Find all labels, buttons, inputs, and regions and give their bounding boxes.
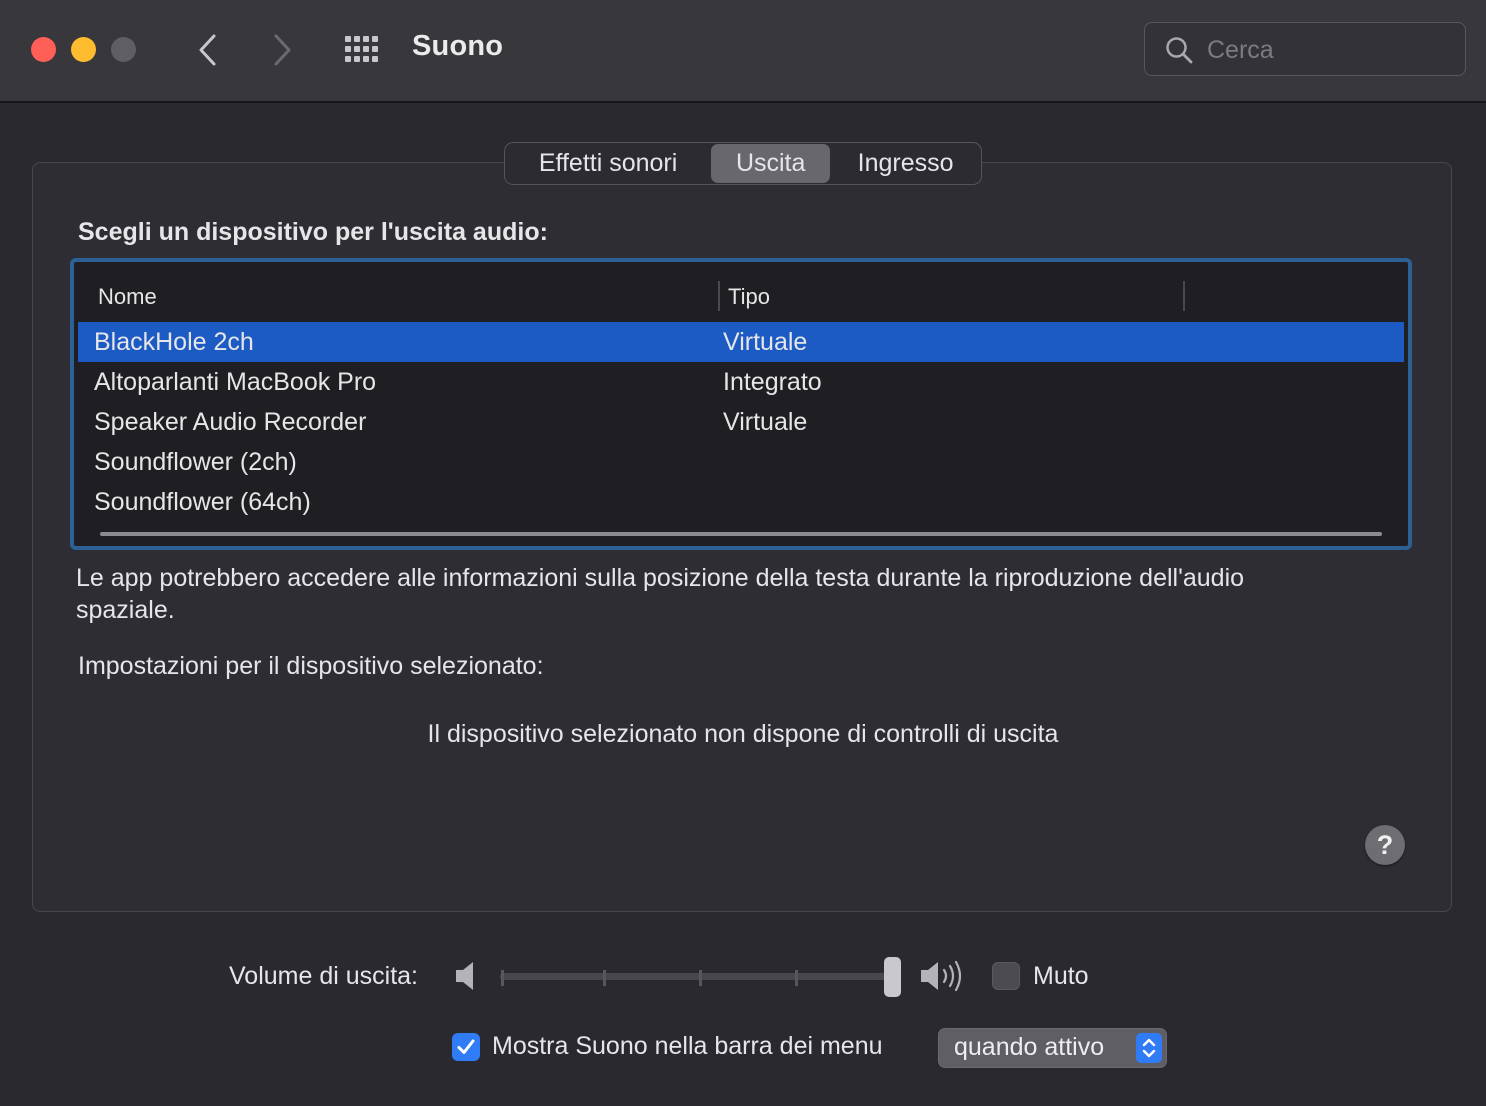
device-list: BlackHole 2ch Virtuale Altoparlanti MacB…: [78, 322, 1404, 522]
volume-slider-thumb[interactable]: [884, 957, 901, 997]
column-header-tipo[interactable]: Tipo: [728, 284, 770, 310]
mute-label[interactable]: Muto: [1033, 962, 1089, 991]
output-device-heading: Scegli un dispositivo per l'uscita audio…: [78, 218, 548, 246]
search-field[interactable]: [1144, 22, 1466, 76]
speaker-high-icon: [921, 960, 962, 992]
search-input[interactable]: [1205, 31, 1449, 69]
device-table[interactable]: Nome Tipo BlackHole 2ch Virtuale Altopar…: [70, 258, 1412, 550]
device-name: Soundflower (2ch): [94, 448, 297, 476]
column-header-nome[interactable]: Nome: [98, 284, 157, 310]
menubar-mode-popup[interactable]: quando attivo: [938, 1028, 1167, 1068]
slider-tick: [699, 970, 702, 986]
show-all-grid-button[interactable]: [343, 33, 383, 67]
device-type: Virtuale: [723, 408, 808, 436]
table-row[interactable]: Speaker Audio Recorder Virtuale: [78, 402, 1404, 442]
table-row[interactable]: Soundflower (2ch): [78, 442, 1404, 482]
mute-checkbox[interactable]: [992, 962, 1020, 990]
slider-tick: [603, 970, 606, 986]
device-name: Speaker Audio Recorder: [94, 408, 367, 436]
title-bar: Suono: [0, 0, 1486, 103]
up-down-chevron-icon: [1142, 1038, 1156, 1058]
show-in-menubar-checkbox[interactable]: [452, 1033, 480, 1061]
volume-slider-track[interactable]: [500, 973, 892, 980]
horizontal-scrollbar[interactable]: [100, 532, 1382, 536]
spatial-audio-info: Le app potrebbero accedere alle informaz…: [76, 564, 1245, 624]
chevron-right-icon: [274, 34, 291, 66]
column-divider[interactable]: [1183, 281, 1185, 311]
table-header: Nome Tipo: [78, 266, 1404, 323]
help-button[interactable]: ?: [1365, 825, 1405, 865]
device-name: Soundflower (64ch): [94, 488, 311, 516]
device-name: Altoparlanti MacBook Pro: [94, 368, 377, 396]
forward-button[interactable]: [262, 30, 302, 70]
column-divider[interactable]: [718, 281, 720, 311]
slider-tick: [795, 970, 798, 986]
zoom-window-button[interactable]: [111, 37, 136, 62]
device-type: Virtuale: [723, 328, 808, 356]
table-row[interactable]: Soundflower (64ch): [78, 482, 1404, 522]
close-window-button[interactable]: [31, 37, 56, 62]
tab-ingresso[interactable]: Ingresso: [830, 144, 981, 183]
checkmark-icon: [457, 1039, 475, 1054]
popup-arrows: [1136, 1033, 1162, 1063]
table-row[interactable]: Altoparlanti MacBook Pro Integrato: [78, 362, 1404, 402]
no-output-controls-message: Il dispositivo selezionato non dispone d…: [427, 720, 1059, 748]
table-row[interactable]: BlackHole 2ch Virtuale: [78, 322, 1404, 362]
minimize-window-button[interactable]: [71, 37, 96, 62]
window-title: Suono: [412, 30, 504, 62]
slider-tick: [501, 970, 504, 986]
grid-icon: [345, 36, 378, 62]
search-icon: [1166, 37, 1193, 64]
speaker-low-icon: [456, 962, 473, 990]
chevron-left-icon: [199, 34, 216, 66]
tab-uscita[interactable]: Uscita: [711, 144, 831, 183]
menubar-mode-value: quando attivo: [954, 1033, 1105, 1061]
device-type: Integrato: [723, 368, 822, 396]
device-name: BlackHole 2ch: [94, 328, 254, 356]
tab-bar: Effetti sonori Uscita Ingresso: [504, 142, 982, 185]
output-volume-label: Volume di uscita:: [229, 962, 418, 990]
show-in-menubar-label[interactable]: Mostra Suono nella barra dei menu: [492, 1032, 883, 1061]
device-settings-label: Impostazioni per il dispositivo selezion…: [78, 652, 544, 680]
tab-effetti-sonori[interactable]: Effetti sonori: [507, 144, 709, 183]
back-button[interactable]: [188, 30, 228, 70]
